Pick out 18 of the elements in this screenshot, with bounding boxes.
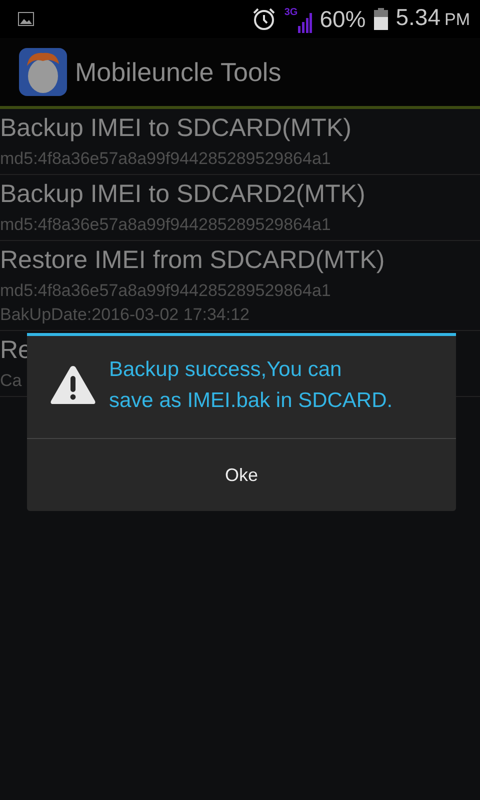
item-title[interactable]: Backup IMEI to SDCARD(MTK) [0,109,352,147]
alarm-icon [252,7,276,31]
item-title[interactable]: Restore IMEI from SDCARD(MTK) [0,241,385,279]
image-icon [18,12,34,26]
app-icon [19,48,67,96]
warning-icon [49,364,97,406]
item-subtitle: md5:4f8a36e57a8a99f944285289529864a1 [0,148,331,170]
item-title[interactable]: Backup IMEI to SDCARD2(MTK) [0,175,366,213]
item-subtitle: Ca [0,370,22,392]
item-subtitle: md5:4f8a36e57a8a99f944285289529864a1 [0,214,331,236]
battery-percent: 60% [320,8,366,30]
app-title: Mobileuncle Tools [75,56,282,88]
item-subtitle: md5:4f8a36e57a8a99f944285289529864a1 [0,280,331,302]
item-subtitle: BakUpDate:2016-03-02 17:34:12 [0,304,250,326]
ok-button[interactable]: Oke [27,439,456,511]
battery-icon [374,8,388,30]
dialog-message: Backup success,You can save as IMEI.bak in SDCARD. [109,357,393,414]
clock: 5.34 PM [396,6,470,32]
